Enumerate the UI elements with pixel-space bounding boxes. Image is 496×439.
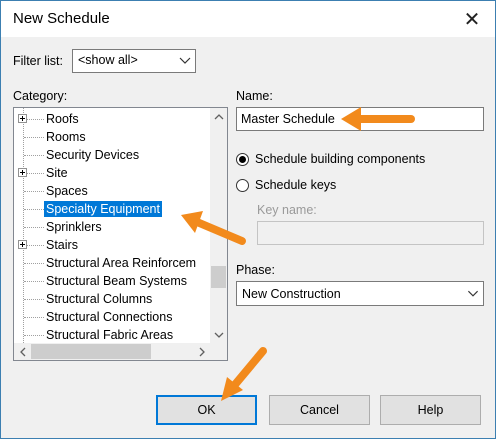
category-item[interactable]: Roofs bbox=[14, 110, 209, 128]
schedule-keys-radio[interactable] bbox=[236, 179, 249, 192]
category-item[interactable]: Structural Fabric Areas bbox=[14, 326, 209, 344]
category-item-label: Site bbox=[46, 166, 68, 180]
tree-connector bbox=[24, 227, 44, 228]
new-schedule-dialog: New Schedule ✕ Filter list: <show all> C… bbox=[0, 0, 496, 439]
vertical-scroll-thumb[interactable] bbox=[211, 266, 226, 288]
category-item-label: Security Devices bbox=[46, 148, 140, 162]
category-item[interactable]: Stairs bbox=[14, 236, 209, 254]
tree-connector bbox=[24, 263, 44, 264]
chevron-down-icon bbox=[468, 290, 478, 297]
category-item[interactable]: Spaces bbox=[14, 182, 209, 200]
category-item-label: Structural Beam Systems bbox=[46, 274, 188, 288]
tree-connector bbox=[24, 173, 44, 174]
vertical-scrollbar[interactable] bbox=[210, 108, 227, 343]
category-item-label: Stairs bbox=[46, 238, 78, 252]
category-item-label: Sprinklers bbox=[46, 220, 102, 234]
filter-list-label: Filter list: bbox=[13, 54, 63, 68]
category-item-label: Spaces bbox=[46, 184, 88, 198]
dialog-title: New Schedule bbox=[13, 10, 110, 27]
tree-connector bbox=[24, 245, 44, 246]
tree-connector bbox=[24, 299, 44, 300]
tree-connector bbox=[24, 317, 44, 318]
tree-connector bbox=[24, 155, 44, 156]
scroll-left-icon[interactable] bbox=[14, 343, 31, 360]
key-name-input[interactable] bbox=[257, 221, 484, 245]
schedule-components-radio[interactable] bbox=[236, 153, 249, 166]
filter-list-value: <show all> bbox=[78, 53, 138, 67]
scroll-right-icon[interactable] bbox=[193, 343, 210, 360]
category-item[interactable]: Structural Beam Systems bbox=[14, 272, 209, 290]
phase-value: New Construction bbox=[242, 287, 341, 301]
category-item[interactable]: Rooms bbox=[14, 128, 209, 146]
category-item[interactable]: Structural Connections bbox=[14, 308, 209, 326]
category-item-label: Roofs bbox=[46, 112, 79, 126]
tree-connector bbox=[24, 281, 44, 282]
horizontal-scrollbar[interactable] bbox=[14, 343, 210, 360]
schedule-components-label: Schedule building components bbox=[255, 152, 426, 166]
horizontal-scroll-thumb[interactable] bbox=[31, 344, 151, 359]
category-item-label: Structural Connections bbox=[46, 310, 173, 324]
name-label: Name: bbox=[236, 89, 273, 103]
expand-plus-icon[interactable] bbox=[18, 168, 27, 177]
tree-connector bbox=[24, 137, 44, 138]
cancel-button[interactable]: Cancel bbox=[269, 395, 370, 425]
filter-list-select[interactable]: <show all> bbox=[72, 49, 196, 73]
close-icon[interactable]: ✕ bbox=[449, 1, 495, 37]
category-item[interactable]: Structural Area Reinforcem bbox=[14, 254, 209, 272]
help-button[interactable]: Help bbox=[380, 395, 481, 425]
name-input[interactable]: Master Schedule bbox=[236, 107, 484, 131]
name-value: Master Schedule bbox=[241, 112, 335, 126]
phase-select[interactable]: New Construction bbox=[236, 281, 484, 306]
category-item-label: Rooms bbox=[46, 130, 86, 144]
tree-connector bbox=[24, 209, 44, 210]
expand-plus-icon[interactable] bbox=[18, 114, 27, 123]
scroll-up-icon[interactable] bbox=[210, 108, 227, 125]
tree-connector bbox=[24, 335, 44, 336]
category-tree[interactable]: Roofs Rooms Security Devices Site Spaces Spec… bbox=[13, 107, 228, 361]
phase-label: Phase: bbox=[236, 263, 275, 277]
category-item-label: Specialty Equipment bbox=[44, 201, 162, 217]
category-item[interactable]: Site bbox=[14, 164, 209, 182]
chevron-down-icon bbox=[179, 57, 191, 64]
expand-plus-icon[interactable] bbox=[18, 240, 27, 249]
tree-connector bbox=[24, 119, 44, 120]
category-item[interactable]: Security Devices bbox=[14, 146, 209, 164]
title-bar: New Schedule ✕ bbox=[1, 1, 495, 37]
category-item-label: Structural Columns bbox=[46, 292, 153, 306]
scroll-down-icon[interactable] bbox=[210, 326, 227, 343]
tree-connector bbox=[24, 191, 44, 192]
category-item[interactable]: Sprinklers bbox=[14, 218, 209, 236]
category-label: Category: bbox=[13, 89, 68, 103]
category-item[interactable]: Specialty Equipment bbox=[14, 200, 209, 218]
category-item-label: Structural Area Reinforcem bbox=[46, 256, 197, 270]
key-name-label: Key name: bbox=[257, 203, 317, 217]
category-item[interactable]: Structural Columns bbox=[14, 290, 209, 308]
scrollbar-corner bbox=[210, 343, 227, 360]
ok-button[interactable]: OK bbox=[156, 395, 257, 425]
schedule-keys-label: Schedule keys bbox=[255, 178, 337, 192]
category-item-label: Structural Fabric Areas bbox=[46, 328, 174, 342]
